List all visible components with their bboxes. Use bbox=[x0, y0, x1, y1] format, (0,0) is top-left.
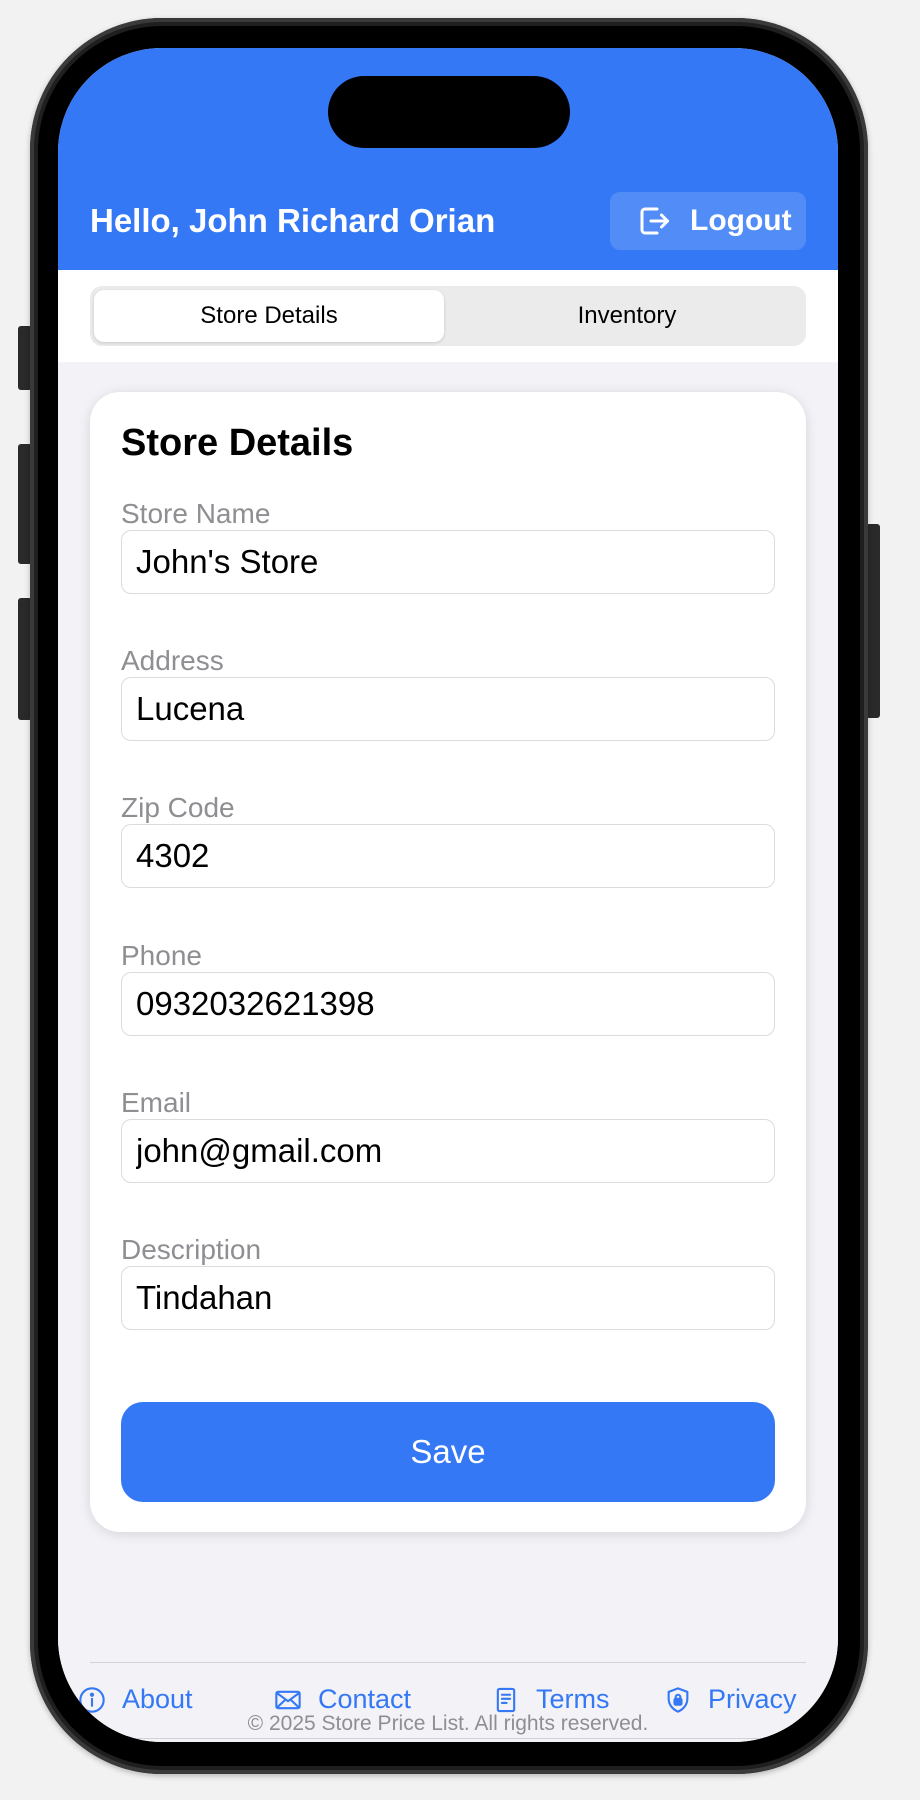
phone-field[interactable] bbox=[121, 972, 775, 1036]
zip-code-field[interactable] bbox=[121, 824, 775, 888]
footer-link-privacy[interactable]: Privacy bbox=[664, 1684, 797, 1715]
footer-link-label: About bbox=[122, 1684, 193, 1714]
zip-code-label: Zip Code bbox=[121, 792, 235, 823]
card-title: Store Details bbox=[121, 422, 354, 464]
tab-inventory[interactable]: Inventory bbox=[452, 290, 802, 342]
copyright-text: © 2025 Store Price List. All rights rese… bbox=[247, 1712, 649, 1735]
dynamic-island bbox=[328, 76, 570, 148]
description-label: Description bbox=[121, 1234, 262, 1265]
store-name-field[interactable] bbox=[121, 530, 775, 594]
tab-bar: Store Details Inventory bbox=[58, 270, 838, 362]
info-icon bbox=[79, 1686, 105, 1713]
lock-shield-icon bbox=[667, 1686, 689, 1713]
save-button[interactable]: Save bbox=[121, 1402, 775, 1502]
footer-divider-top bbox=[90, 1662, 806, 1663]
email-field[interactable] bbox=[121, 1119, 775, 1183]
footer-link-label: Privacy bbox=[708, 1684, 797, 1714]
tab-store-details[interactable]: Store Details bbox=[94, 290, 444, 342]
footer-link-label: Contact bbox=[318, 1684, 412, 1714]
description-field[interactable] bbox=[121, 1266, 775, 1330]
document-icon bbox=[496, 1687, 516, 1712]
logout-icon bbox=[640, 207, 669, 235]
power-button bbox=[866, 524, 880, 718]
segmented-control: Store Details Inventory bbox=[90, 286, 806, 346]
phone-screen: Hello, John Richard Orian Logout Store D… bbox=[58, 48, 838, 1742]
logout-button[interactable]: Logout bbox=[610, 192, 806, 250]
greeting-text: Hello, John Richard Orian bbox=[90, 202, 496, 239]
footer-link-terms[interactable]: Terms bbox=[492, 1684, 610, 1715]
logout-label: Logout bbox=[690, 204, 792, 237]
email-label: Email bbox=[121, 1087, 192, 1118]
phone-label: Phone bbox=[121, 940, 202, 971]
footer-link-label: Terms bbox=[536, 1684, 610, 1714]
envelope-icon bbox=[275, 1690, 301, 1709]
footer-link-about[interactable]: About bbox=[78, 1684, 193, 1715]
address-label: Address bbox=[121, 645, 224, 676]
store-details-card: Store Details Store Name Address Zip Cod… bbox=[90, 392, 806, 1532]
footer-divider-bottom bbox=[90, 1738, 806, 1739]
footer-link-contact[interactable]: Contact bbox=[274, 1684, 411, 1715]
store-name-label: Store Name bbox=[121, 498, 271, 529]
address-field[interactable] bbox=[121, 677, 775, 741]
